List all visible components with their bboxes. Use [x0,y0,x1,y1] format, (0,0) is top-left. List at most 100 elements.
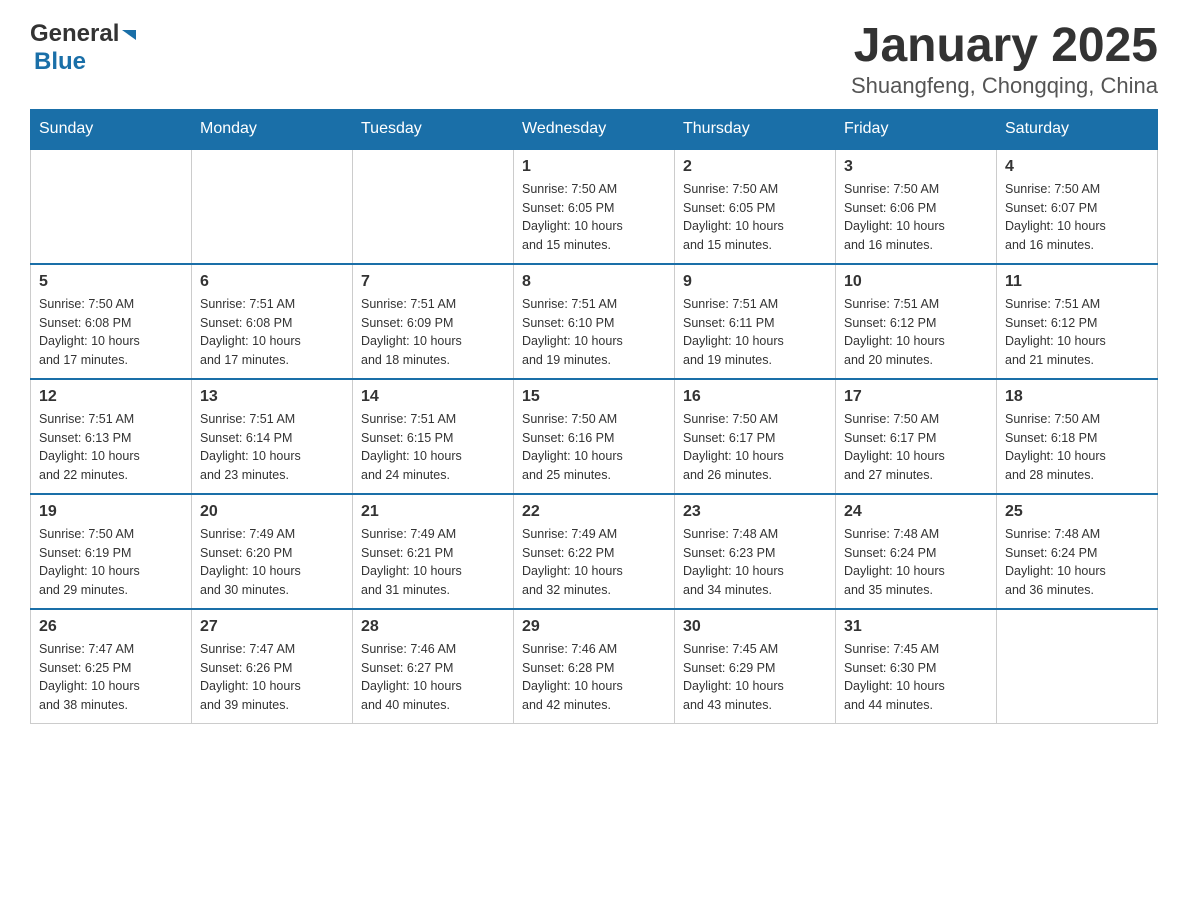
calendar-cell: 17 Sunrise: 7:50 AM Sunset: 6:17 PM Dayli… [836,379,997,494]
day-number: 2 [683,158,827,176]
day-number: 6 [200,273,344,291]
calendar-cell: 16 Sunrise: 7:50 AM Sunset: 6:17 PM Dayli… [675,379,836,494]
calendar-cell: 10 Sunrise: 7:51 AM Sunset: 6:12 PM Dayli… [836,264,997,379]
calendar-cell [997,609,1158,724]
day-info: Sunrise: 7:50 AM Sunset: 6:06 PM Dayligh… [844,180,988,255]
day-info: Sunrise: 7:51 AM Sunset: 6:15 PM Dayligh… [361,410,505,485]
day-info: Sunrise: 7:50 AM Sunset: 6:17 PM Dayligh… [844,410,988,485]
day-number: 19 [39,503,183,521]
calendar-cell: 26Sunrise: 7:47 AM Sunset: 6:25 PM Dayli… [31,609,192,724]
day-number: 26 [39,618,183,636]
day-number: 10 [844,273,988,291]
calendar-cell: 7 Sunrise: 7:51 AM Sunset: 6:09 PM Daylig… [353,264,514,379]
day-number: 7 [361,273,505,291]
day-info: Sunrise: 7:49 AM Sunset: 6:20 PM Dayligh… [200,525,344,600]
page-subtitle: Shuangfeng, Chongqing, China [851,73,1158,99]
day-number: 9 [683,273,827,291]
day-number: 3 [844,158,988,176]
day-of-week-tuesday: Tuesday [353,109,514,149]
calendar-cell [31,149,192,264]
day-info: Sunrise: 7:51 AM Sunset: 6:08 PM Dayligh… [200,295,344,370]
calendar-cell: 12Sunrise: 7:51 AM Sunset: 6:13 PM Dayli… [31,379,192,494]
day-info: Sunrise: 7:45 AM Sunset: 6:30 PM Dayligh… [844,640,988,715]
calendar-cell: 11Sunrise: 7:51 AM Sunset: 6:12 PM Dayli… [997,264,1158,379]
page-header: General Blue January 2025 Shuangfeng, Ch… [30,20,1158,99]
day-number: 22 [522,503,666,521]
calendar-cell: 29 Sunrise: 7:46 AM Sunset: 6:28 PM Dayli… [514,609,675,724]
calendar-cell: 1 Sunrise: 7:50 AM Sunset: 6:05 PM Daylig… [514,149,675,264]
day-info: Sunrise: 7:50 AM Sunset: 6:18 PM Dayligh… [1005,410,1149,485]
day-number: 30 [683,618,827,636]
calendar-cell: 9 Sunrise: 7:51 AM Sunset: 6:11 PM Daylig… [675,264,836,379]
logo-general-text: General [30,20,119,48]
logo-arrow-icon [122,26,140,44]
calendar-cell [192,149,353,264]
day-info: Sunrise: 7:47 AM Sunset: 6:26 PM Dayligh… [200,640,344,715]
day-number: 17 [844,388,988,406]
calendar-cell: 25 Sunrise: 7:48 AM Sunset: 6:24 PM Dayli… [997,494,1158,609]
calendar-cell: 31 Sunrise: 7:45 AM Sunset: 6:30 PM Dayli… [836,609,997,724]
day-number: 21 [361,503,505,521]
calendar-cell: 19 Sunrise: 7:50 AM Sunset: 6:19 PM Dayli… [31,494,192,609]
day-info: Sunrise: 7:50 AM Sunset: 6:05 PM Dayligh… [522,180,666,255]
calendar-cell: 22 Sunrise: 7:49 AM Sunset: 6:22 PM Dayli… [514,494,675,609]
day-number: 20 [200,503,344,521]
day-info: Sunrise: 7:50 AM Sunset: 6:17 PM Dayligh… [683,410,827,485]
calendar-cell: 20 Sunrise: 7:49 AM Sunset: 6:20 PM Dayli… [192,494,353,609]
day-info: Sunrise: 7:50 AM Sunset: 6:08 PM Dayligh… [39,295,183,370]
day-info: Sunrise: 7:49 AM Sunset: 6:22 PM Dayligh… [522,525,666,600]
day-number: 16 [683,388,827,406]
calendar-cell: 8Sunrise: 7:51 AM Sunset: 6:10 PM Daylig… [514,264,675,379]
day-of-week-friday: Friday [836,109,997,149]
page-title: January 2025 [851,20,1158,73]
day-info: Sunrise: 7:46 AM Sunset: 6:28 PM Dayligh… [522,640,666,715]
day-info: Sunrise: 7:49 AM Sunset: 6:21 PM Dayligh… [361,525,505,600]
day-info: Sunrise: 7:51 AM Sunset: 6:12 PM Dayligh… [844,295,988,370]
day-number: 29 [522,618,666,636]
calendar-header: SundayMondayTuesdayWednesdayThursdayFrid… [31,109,1158,149]
day-info: Sunrise: 7:48 AM Sunset: 6:24 PM Dayligh… [1005,525,1149,600]
day-number: 1 [522,158,666,176]
calendar-cell: 18 Sunrise: 7:50 AM Sunset: 6:18 PM Dayli… [997,379,1158,494]
day-info: Sunrise: 7:50 AM Sunset: 6:05 PM Dayligh… [683,180,827,255]
calendar-cell: 4Sunrise: 7:50 AM Sunset: 6:07 PM Daylig… [997,149,1158,264]
day-of-week-thursday: Thursday [675,109,836,149]
day-number: 31 [844,618,988,636]
calendar-week-2: 5 Sunrise: 7:50 AM Sunset: 6:08 PM Daylig… [31,264,1158,379]
day-info: Sunrise: 7:48 AM Sunset: 6:24 PM Dayligh… [844,525,988,600]
day-info: Sunrise: 7:51 AM Sunset: 6:10 PM Dayligh… [522,295,666,370]
calendar-week-3: 12Sunrise: 7:51 AM Sunset: 6:13 PM Dayli… [31,379,1158,494]
calendar-cell [353,149,514,264]
calendar-cell: 24 Sunrise: 7:48 AM Sunset: 6:24 PM Dayli… [836,494,997,609]
calendar-week-5: 26Sunrise: 7:47 AM Sunset: 6:25 PM Dayli… [31,609,1158,724]
day-number: 23 [683,503,827,521]
calendar-cell: 14 Sunrise: 7:51 AM Sunset: 6:15 PM Dayli… [353,379,514,494]
day-of-week-wednesday: Wednesday [514,109,675,149]
day-number: 24 [844,503,988,521]
calendar-week-1: 1 Sunrise: 7:50 AM Sunset: 6:05 PM Daylig… [31,149,1158,264]
day-number: 25 [1005,503,1149,521]
calendar-cell: 23Sunrise: 7:48 AM Sunset: 6:23 PM Dayli… [675,494,836,609]
day-info: Sunrise: 7:50 AM Sunset: 6:19 PM Dayligh… [39,525,183,600]
day-number: 12 [39,388,183,406]
day-info: Sunrise: 7:50 AM Sunset: 6:16 PM Dayligh… [522,410,666,485]
day-info: Sunrise: 7:45 AM Sunset: 6:29 PM Dayligh… [683,640,827,715]
day-number: 11 [1005,273,1149,291]
day-info: Sunrise: 7:51 AM Sunset: 6:11 PM Dayligh… [683,295,827,370]
calendar-cell: 5 Sunrise: 7:50 AM Sunset: 6:08 PM Daylig… [31,264,192,379]
day-number: 18 [1005,388,1149,406]
calendar-cell: 15Sunrise: 7:50 AM Sunset: 6:16 PM Dayli… [514,379,675,494]
day-number: 27 [200,618,344,636]
calendar-cell: 28Sunrise: 7:46 AM Sunset: 6:27 PM Dayli… [353,609,514,724]
calendar-cell: 3 Sunrise: 7:50 AM Sunset: 6:06 PM Daylig… [836,149,997,264]
day-number: 14 [361,388,505,406]
day-of-week-saturday: Saturday [997,109,1158,149]
calendar-cell: 13Sunrise: 7:51 AM Sunset: 6:14 PM Dayli… [192,379,353,494]
days-of-week-row: SundayMondayTuesdayWednesdayThursdayFrid… [31,109,1158,149]
day-of-week-sunday: Sunday [31,109,192,149]
day-info: Sunrise: 7:51 AM Sunset: 6:09 PM Dayligh… [361,295,505,370]
day-info: Sunrise: 7:46 AM Sunset: 6:27 PM Dayligh… [361,640,505,715]
day-number: 5 [39,273,183,291]
logo-blue-text: Blue [34,48,86,76]
calendar-cell: 6 Sunrise: 7:51 AM Sunset: 6:08 PM Daylig… [192,264,353,379]
